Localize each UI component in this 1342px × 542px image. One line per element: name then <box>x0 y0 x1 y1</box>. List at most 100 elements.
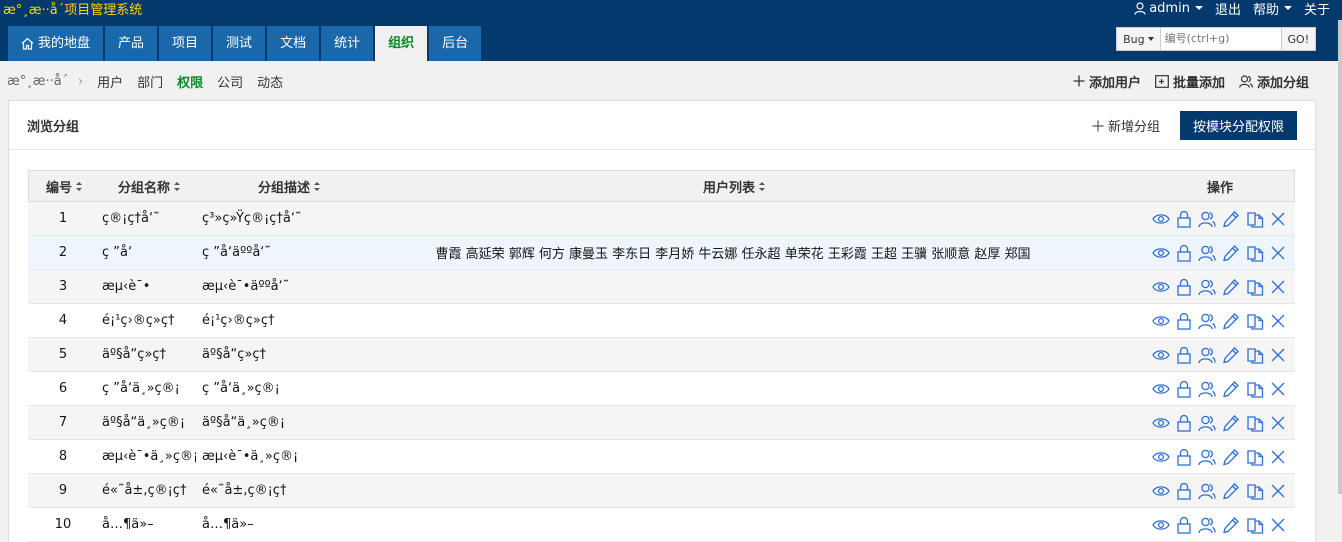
copy-button[interactable] <box>1246 414 1264 432</box>
edit-button[interactable] <box>1222 210 1240 228</box>
copy-button[interactable] <box>1246 278 1264 296</box>
go-button[interactable]: GO! <box>1281 27 1316 51</box>
delete-button[interactable] <box>1270 279 1286 295</box>
privilege-button[interactable] <box>1176 482 1192 500</box>
delete-button[interactable] <box>1270 381 1286 397</box>
search-type-select[interactable]: Bug <box>1116 27 1161 51</box>
table-row[interactable]: 3 æµ‹è¯• æµ‹è¯•äººå‘˜ <box>28 270 1295 304</box>
privilege-button[interactable] <box>1176 210 1192 228</box>
view-button[interactable] <box>1152 212 1170 226</box>
tab-doc[interactable]: 文档 <box>267 26 320 61</box>
view-button[interactable] <box>1152 348 1170 362</box>
edit-button[interactable] <box>1222 448 1240 466</box>
copy-button[interactable] <box>1246 312 1264 330</box>
breadcrumb[interactable]: æ°¸æ··å´ <box>7 74 68 89</box>
privilege-button[interactable] <box>1176 380 1192 398</box>
view-button[interactable] <box>1152 450 1170 464</box>
app-title[interactable]: æ°¸æ··å´项目管理系统 <box>3 0 142 18</box>
copy-button[interactable] <box>1246 244 1264 262</box>
table-row[interactable]: 6 ç ”å‘ä¸»ç®¡ ç ”å‘ä¸»ç®¡ <box>28 372 1295 406</box>
tab-report[interactable]: 统计 <box>321 26 374 61</box>
table-row[interactable]: 10 å…¶ä»– å…¶ä»– <box>28 508 1295 542</box>
table-row[interactable]: 7 äº§å“ä¸»ç®¡ äº§å“ä¸»ç®¡ <box>28 406 1295 440</box>
view-button[interactable] <box>1152 382 1170 396</box>
copy-button[interactable] <box>1246 346 1264 364</box>
edit-button[interactable] <box>1222 346 1240 364</box>
manage-members-button[interactable] <box>1198 278 1216 296</box>
manage-members-button[interactable] <box>1198 516 1216 534</box>
subnav-groups[interactable]: 权限 <box>177 72 203 91</box>
about-link[interactable]: 关于 <box>1304 0 1330 18</box>
edit-button[interactable] <box>1222 516 1240 534</box>
delete-button[interactable] <box>1270 449 1286 465</box>
manage-members-button[interactable] <box>1198 210 1216 228</box>
manage-members-button[interactable] <box>1198 414 1216 432</box>
manage-members-button[interactable] <box>1198 312 1216 330</box>
copy-button[interactable] <box>1246 482 1264 500</box>
copy-button[interactable] <box>1246 516 1264 534</box>
tab-test[interactable]: 测试 <box>213 26 266 61</box>
privilege-button[interactable] <box>1176 516 1192 534</box>
view-button[interactable] <box>1152 484 1170 498</box>
privilege-button[interactable] <box>1176 244 1192 262</box>
new-group-button[interactable]: 新增分组 <box>1092 116 1160 135</box>
delete-button[interactable] <box>1270 483 1286 499</box>
view-button[interactable] <box>1152 518 1170 532</box>
delete-button[interactable] <box>1270 245 1286 261</box>
delete-button[interactable] <box>1270 211 1286 227</box>
privilege-button[interactable] <box>1176 312 1192 330</box>
delete-button[interactable] <box>1270 415 1286 431</box>
tab-admin[interactable]: 后台 <box>429 26 482 61</box>
privilege-button[interactable] <box>1176 414 1192 432</box>
manage-members-button[interactable] <box>1198 482 1216 500</box>
table-row[interactable]: 4 é¡¹ç›®ç»ç† é¡¹ç›®ç»ç† <box>28 304 1295 338</box>
col-header-desc[interactable]: 分组描述 <box>209 171 369 201</box>
manage-members-button[interactable] <box>1198 244 1216 262</box>
user-menu[interactable]: admin <box>1134 1 1203 16</box>
privilege-button[interactable] <box>1176 448 1192 466</box>
tab-my-dashboard[interactable]: 我的地盘 <box>8 26 104 61</box>
subnav-company[interactable]: 公司 <box>217 72 243 91</box>
copy-button[interactable] <box>1246 448 1264 466</box>
assign-by-module-button[interactable]: 按模块分配权限 <box>1180 111 1297 140</box>
edit-button[interactable] <box>1222 414 1240 432</box>
col-header-users[interactable]: 用户列表 <box>374 171 1094 201</box>
view-button[interactable] <box>1152 416 1170 430</box>
manage-members-button[interactable] <box>1198 346 1216 364</box>
search-input[interactable] <box>1160 27 1282 51</box>
edit-button[interactable] <box>1222 380 1240 398</box>
view-button[interactable] <box>1152 314 1170 328</box>
subnav-users[interactable]: 用户 <box>97 72 123 91</box>
copy-button[interactable] <box>1246 210 1264 228</box>
subnav-dept[interactable]: 部门 <box>137 72 163 91</box>
tab-project[interactable]: 项目 <box>159 26 212 61</box>
view-button[interactable] <box>1152 246 1170 260</box>
subnav-dynamic[interactable]: 动态 <box>257 72 283 91</box>
tab-company[interactable]: 组织 <box>375 26 428 61</box>
batch-add-button[interactable]: 批量添加 <box>1155 72 1225 91</box>
table-row[interactable]: 8 æµ‹è¯•ä¸»ç®¡ æµ‹è¯•ä¸»ç®¡ <box>28 440 1295 474</box>
edit-button[interactable] <box>1222 278 1240 296</box>
col-header-id[interactable]: 编号 <box>29 171 99 201</box>
table-row[interactable]: 9 é«˜å±‚ç®¡ç† é«˜å±‚ç®¡ç† <box>28 474 1295 508</box>
edit-button[interactable] <box>1222 312 1240 330</box>
copy-button[interactable] <box>1246 380 1264 398</box>
delete-button[interactable] <box>1270 347 1286 363</box>
col-header-name[interactable]: 分组名称 <box>99 171 199 201</box>
view-button[interactable] <box>1152 280 1170 294</box>
privilege-button[interactable] <box>1176 278 1192 296</box>
table-row[interactable]: 5 äº§å“ç»ç† äº§å“ç»ç† <box>28 338 1295 372</box>
edit-button[interactable] <box>1222 244 1240 262</box>
tab-product[interactable]: 产品 <box>105 26 158 61</box>
add-user-button[interactable]: 添加用户 <box>1073 72 1141 91</box>
manage-members-button[interactable] <box>1198 448 1216 466</box>
logout-link[interactable]: 退出 <box>1215 0 1241 18</box>
edit-button[interactable] <box>1222 482 1240 500</box>
delete-button[interactable] <box>1270 313 1286 329</box>
add-group-button[interactable]: 添加分组 <box>1239 72 1309 91</box>
delete-button[interactable] <box>1270 517 1286 533</box>
table-row[interactable]: 2 ç ”å‘ ç ”å‘äººå‘˜ 曹霞 高延荣 郭辉 何方 康曼玉 李东日 李月… <box>28 236 1295 270</box>
table-row[interactable]: 1 ç®¡ç†å‘˜ ç³»ç»Ÿç®¡ç†å‘˜ <box>28 202 1295 236</box>
scrollbar[interactable] <box>1338 20 1342 494</box>
privilege-button[interactable] <box>1176 346 1192 364</box>
